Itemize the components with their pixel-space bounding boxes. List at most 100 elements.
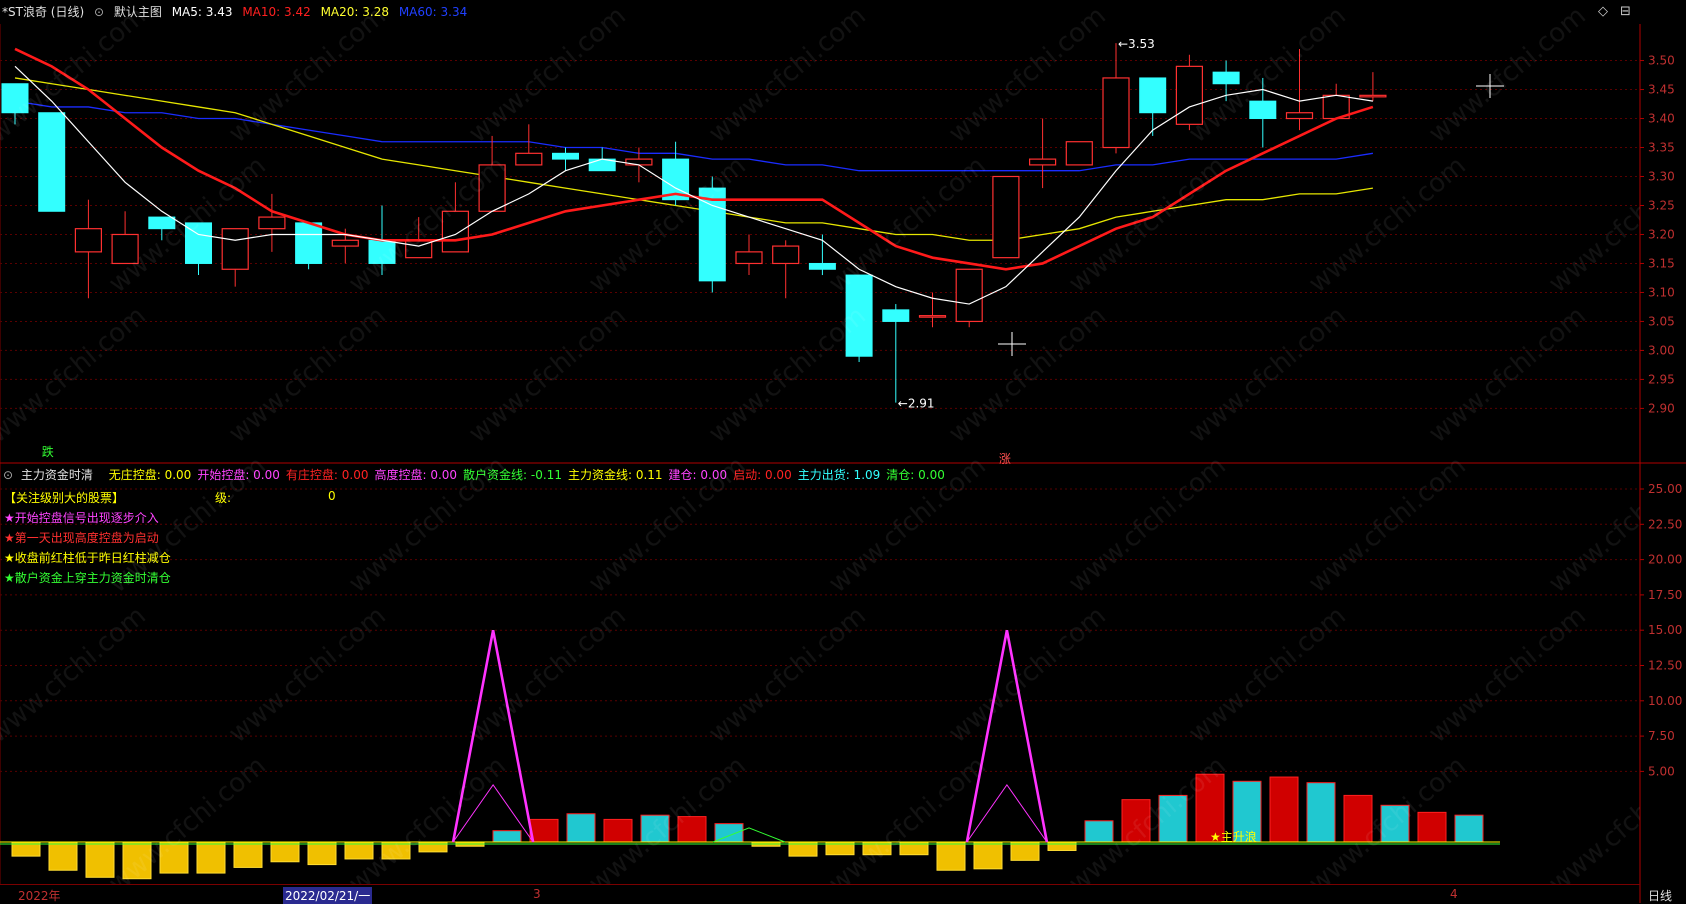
indicator-bar <box>233 841 263 868</box>
candle-body <box>1212 71 1240 85</box>
candle-body <box>1249 100 1277 120</box>
indicator-bar <box>1417 811 1447 843</box>
indicator-bar <box>1454 814 1484 843</box>
note-4: ★散户资金上穿主力资金时清仓 <box>4 571 171 585</box>
indicator-bar <box>1306 782 1336 843</box>
indicator-bar <box>270 841 300 863</box>
note-0: 【关注级别大的股票】 <box>4 491 125 505</box>
date-label-year: 2022年 <box>18 889 61 903</box>
indicator-bar <box>529 818 559 843</box>
candle-body <box>992 175 1020 259</box>
level-value: 0 <box>328 489 336 503</box>
indicator-bar <box>492 830 522 843</box>
indicator-toggle-icon[interactable]: ⊙ <box>3 468 13 482</box>
indicator-bar <box>973 841 1003 870</box>
indicator-name[interactable]: 主力资金时清 <box>21 468 93 482</box>
candle-body <box>295 222 323 264</box>
candle-body <box>38 112 66 212</box>
candle-body <box>478 164 506 212</box>
indicator-bar <box>1010 841 1040 861</box>
date-axis: 2022年 2022/02/21/一 3 4 <box>0 884 1640 904</box>
ma60-line <box>14 100 1374 172</box>
price-tick-label: 3.45 <box>1648 83 1675 97</box>
indicator-tick-label: 10.00 <box>1648 694 1682 708</box>
candle-body <box>845 274 873 357</box>
candle-body <box>772 245 800 265</box>
level-label: 级: <box>215 491 232 505</box>
price-tick-label: 3.40 <box>1648 112 1675 126</box>
indicator-bar <box>418 841 448 853</box>
candle-body <box>515 152 543 166</box>
ma10-line <box>14 47 1374 271</box>
price-chart[interactable]: 3.50 3.45 3.40 3.35 3.30 3.25 3.20 3.15 3.10 3.05… <box>0 0 1686 903</box>
stock-chart-app: *ST浪奇 (日线) ⊙ 默认主图 MA5: 3.43 MA10: 3.42 M… <box>0 0 1686 904</box>
indicator-bar <box>1084 820 1114 843</box>
price-tick-label: 3.35 <box>1648 141 1675 155</box>
period-label[interactable]: 日线 <box>1648 887 1672 904</box>
indicator-tick-label: 17.50 <box>1648 588 1682 602</box>
indicator-bar <box>381 841 411 860</box>
candle-body <box>1102 77 1130 149</box>
indicator-value: 无庄控盘: 0.00 <box>108 468 192 482</box>
indicator-value: 有庄控盘: 0.00 <box>285 468 369 482</box>
indicator-tick-label: 5.00 <box>1648 764 1675 778</box>
indicator-bar <box>1269 776 1299 843</box>
candle-body <box>1285 112 1314 120</box>
indicator-bar <box>1158 794 1188 843</box>
candle-body <box>955 268 983 323</box>
indicator-bar <box>307 841 337 866</box>
ma5-line <box>14 65 1373 305</box>
price-tick-label: 3.05 <box>1648 314 1675 328</box>
price-tick-label: 3.50 <box>1648 54 1675 68</box>
indicator-tick-label: 15.00 <box>1648 623 1682 637</box>
ma20-line <box>14 77 1374 241</box>
indicator-value: 主力资金线: 0.11 <box>567 468 663 482</box>
indicator-bar <box>640 814 670 843</box>
price-tick-label: 3.20 <box>1648 227 1675 241</box>
candle-body <box>1065 141 1093 166</box>
price-tick-label: 2.95 <box>1648 372 1675 386</box>
date-label-month-3: 3 <box>533 887 541 901</box>
indicator-tick-label: 25.00 <box>1648 482 1682 496</box>
candle-body <box>148 216 176 230</box>
indicator-tick-label: 7.50 <box>1648 729 1675 743</box>
candle-body <box>1 83 29 114</box>
indicator-tick-label: 20.00 <box>1648 553 1682 567</box>
indicator-bar <box>936 841 966 871</box>
main-wave-label: ★主升浪 <box>1210 829 1257 844</box>
candle-body <box>221 228 249 270</box>
price-tick-label: 3.15 <box>1648 256 1675 270</box>
indicator-bar <box>1047 841 1077 851</box>
indicator-bar <box>1121 799 1151 843</box>
candle-body <box>441 210 469 253</box>
indicator-bar <box>122 841 152 880</box>
note-3: ★收盘前红柱低于昨日红柱减仓 <box>4 551 171 565</box>
price-tick-label: 3.00 <box>1648 343 1675 357</box>
indicator-tick-label: 22.50 <box>1648 517 1682 531</box>
indicator-value: 开始控盘: 0.00 <box>197 468 280 482</box>
candle-body <box>552 152 579 160</box>
indicator-header: ⊙ 主力资金时清 无庄控盘: 0.00 开始控盘: 0.00 有庄控盘: 0.00 高… <box>0 464 1620 486</box>
indicator-bar <box>344 841 374 860</box>
control-spike-inner <box>966 783 1048 843</box>
note-2: ★第一天出现高度控盘为启动 <box>4 531 159 545</box>
indicator-bar <box>159 841 189 874</box>
candle-body <box>735 251 763 265</box>
down-mark: 跌 <box>42 444 54 459</box>
note-1: ★开始控盘信号出现逐步介入 <box>4 511 159 525</box>
candle-body <box>1175 65 1204 125</box>
candle-body <box>368 239 396 264</box>
indicator-bar <box>196 841 226 874</box>
indicator-value: 散户资金线: -0.11 <box>463 468 562 482</box>
date-label-cursor: 2022/02/21/一 <box>283 887 373 904</box>
price-tick-label: 3.10 <box>1648 285 1675 299</box>
indicator-bar <box>85 841 115 878</box>
candle-body <box>74 228 103 253</box>
candle-body <box>698 187 726 282</box>
indicator-values: 无庄控盘: 0.00 开始控盘: 0.00 有庄控盘: 0.00 高度控盘: 0.00… <box>109 468 951 482</box>
candle-body <box>258 216 286 230</box>
indicator-value: 高度控盘: 0.00 <box>374 468 458 482</box>
candle-body <box>331 239 359 247</box>
indicator-value: 清仓: 0.00 <box>886 468 945 482</box>
price-tick-label: 3.30 <box>1648 170 1675 184</box>
